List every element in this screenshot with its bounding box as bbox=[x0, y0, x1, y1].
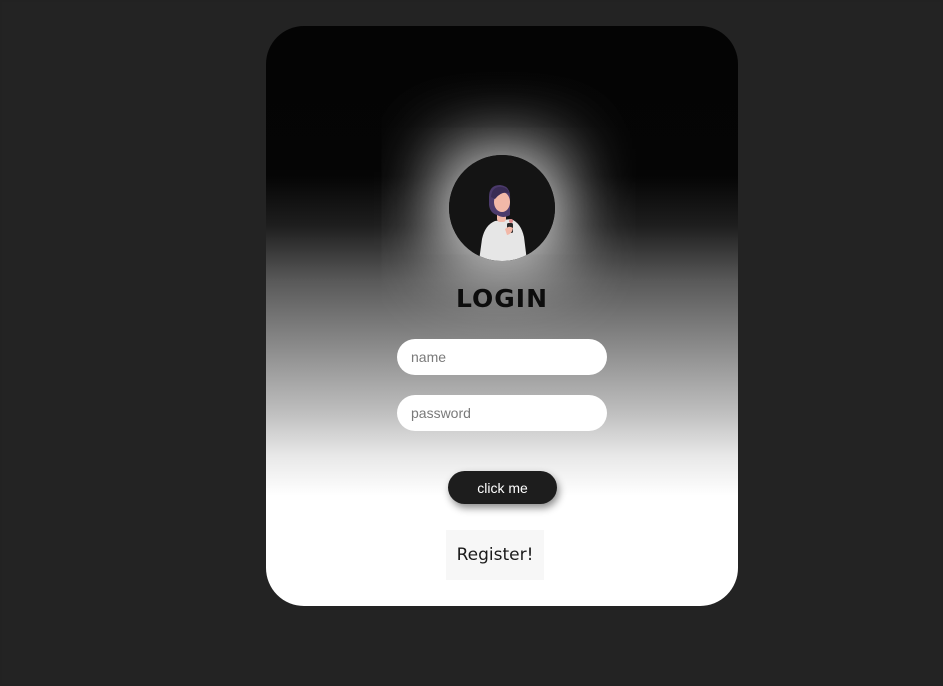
login-card: LOGIN click me Register! bbox=[266, 26, 738, 606]
submit-button[interactable]: click me bbox=[448, 471, 557, 504]
register-link[interactable]: Register! bbox=[446, 530, 544, 580]
login-title: LOGIN bbox=[455, 284, 549, 313]
name-input[interactable] bbox=[397, 339, 607, 375]
avatar bbox=[449, 155, 555, 261]
page-background: LOGIN click me Register! bbox=[2, 2, 941, 684]
password-input[interactable] bbox=[397, 395, 607, 431]
avatar-illustration bbox=[449, 155, 555, 261]
